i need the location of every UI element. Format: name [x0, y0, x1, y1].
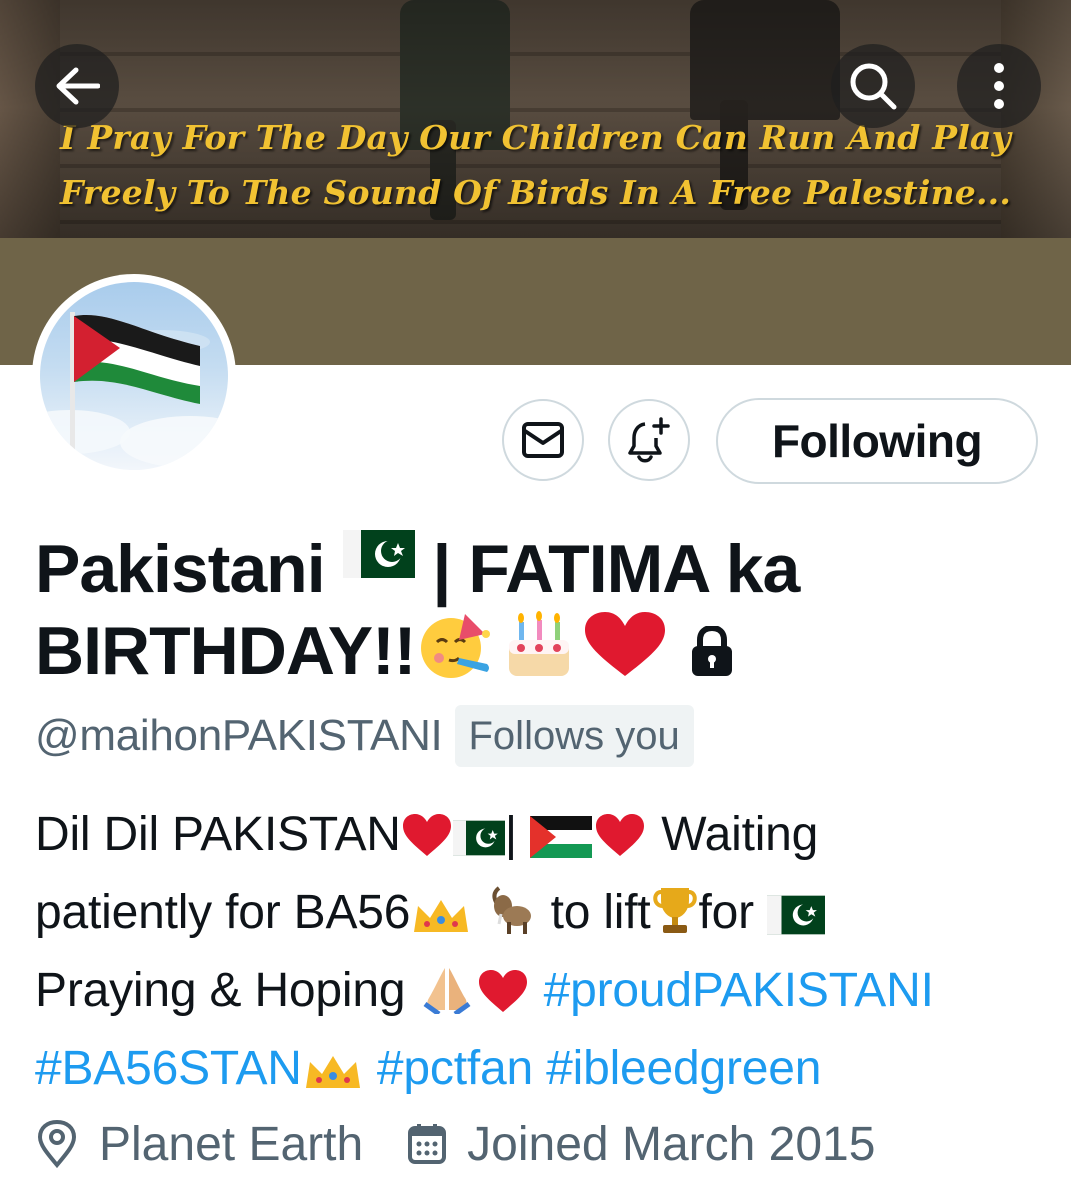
- pakistan-flag-emoji: [342, 514, 415, 596]
- user-handle: @maihonPAKISTANI: [35, 711, 443, 760]
- notifications-button[interactable]: [608, 399, 690, 481]
- hashtag-link[interactable]: #BA56STAN: [35, 1042, 302, 1095]
- more-vertical-icon: [994, 63, 1004, 109]
- back-button[interactable]: [35, 44, 119, 128]
- birthday-cake-emoji: [497, 610, 579, 699]
- profile-meta: Planet Earth Joined March 2015: [35, 1112, 919, 1176]
- envelope-icon: [522, 422, 564, 458]
- palestine-flag-emoji: [530, 808, 593, 878]
- search-icon: [850, 63, 897, 110]
- display-name: Pakistani | FATIMA ka BIRTHDAY!!: [35, 514, 1045, 699]
- red-heart-emoji: [475, 964, 531, 1034]
- hashtag-link[interactable]: #pctfan: [377, 1042, 533, 1095]
- more-options-button[interactable]: [957, 44, 1041, 128]
- partying-face-emoji: [415, 610, 497, 699]
- hashtag-link[interactable]: #proudPAKISTANI: [544, 964, 934, 1017]
- crown-emoji: [302, 1042, 364, 1112]
- pakistan-flag-emoji: [767, 886, 826, 956]
- crown-emoji: [410, 886, 472, 956]
- display-name-part-1: Pakistani: [35, 531, 326, 607]
- trophy-emoji: [651, 884, 699, 956]
- bio-text-5: to lift: [550, 886, 651, 939]
- folded-hands-emoji: [419, 964, 475, 1034]
- lock-icon: [692, 626, 733, 676]
- bio-text-7: Praying & Hoping: [35, 964, 406, 1017]
- profile-page: I Pray For The Day Our Children Can Run …: [0, 0, 1071, 1200]
- pakistan-flag-emoji: [452, 808, 505, 878]
- calendar-icon: [408, 1124, 447, 1164]
- arrow-left-icon: [56, 67, 100, 105]
- message-button[interactable]: [502, 399, 584, 481]
- banner-caption: I Pray For The Day Our Children Can Run …: [0, 110, 1071, 220]
- red-heart-emoji: [579, 610, 671, 699]
- bio-text-2: |: [504, 808, 518, 861]
- banner-caption-line-1: I Pray For The Day Our Children Can Run …: [60, 118, 1011, 157]
- bio-text-1: Dil Dil PAKISTAN: [35, 808, 401, 861]
- handle-row: @maihonPAKISTANI Follows you: [35, 704, 694, 768]
- display-name-part-3: BIRTHDAY!!: [35, 613, 416, 689]
- following-button[interactable]: Following: [716, 398, 1038, 484]
- bio-text-3: Waiting: [661, 808, 819, 861]
- banner-caption-line-2: Freely To The Sound Of Birds In A Free P…: [59, 173, 1012, 212]
- avatar[interactable]: [32, 274, 236, 478]
- goat-emoji: [485, 884, 537, 956]
- joined-date-text: Joined March 2015: [467, 1117, 876, 1171]
- bell-plus-icon: [628, 417, 670, 463]
- bio-text-6: for: [698, 886, 755, 939]
- hashtag-link[interactable]: #ibleedgreen: [546, 1042, 821, 1095]
- location-item: Planet Earth: [35, 1117, 363, 1172]
- profile-bio: Dil Dil PAKISTAN | Waiting patiently for …: [35, 800, 1045, 1112]
- palestine-flag-photo: [40, 282, 228, 470]
- location-text: Planet Earth: [99, 1117, 364, 1171]
- display-name-part-2: | FATIMA ka: [432, 531, 800, 607]
- joined-item: Joined March 2015: [407, 1117, 875, 1172]
- red-heart-emoji: [592, 808, 648, 878]
- search-button[interactable]: [831, 44, 915, 128]
- location-pin-icon: [37, 1119, 77, 1169]
- bio-text-4: patiently for BA56: [35, 886, 411, 939]
- follows-you-badge: Follows you: [454, 705, 694, 767]
- red-heart-emoji: [401, 808, 453, 878]
